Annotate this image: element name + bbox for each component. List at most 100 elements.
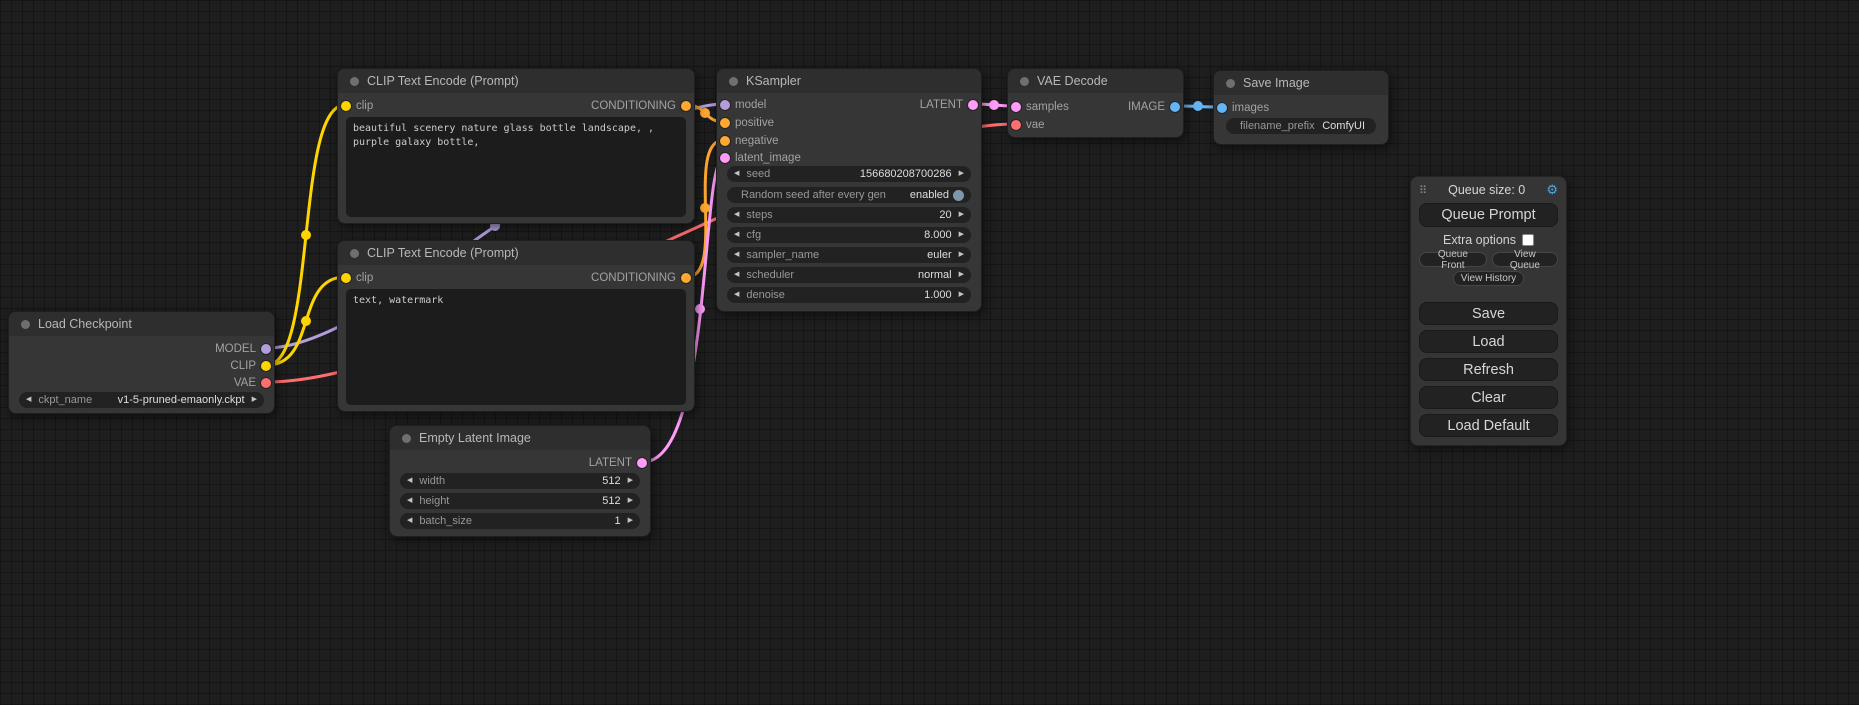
widget-batch-size[interactable]: ◀ batch_size 1 ▶	[400, 513, 640, 529]
input-port-images[interactable]	[1217, 103, 1227, 113]
output-port-conditioning[interactable]	[681, 273, 691, 283]
widget-width[interactable]: ◀ width 512 ▶	[400, 473, 640, 489]
prev-arrow-icon[interactable]: ◀	[734, 267, 739, 283]
output-label-model: MODEL	[215, 342, 256, 356]
node-titlebar[interactable]: CLIP Text Encode (Prompt)	[338, 69, 694, 93]
next-arrow-icon[interactable]: ▶	[628, 473, 633, 489]
input-label-model: model	[735, 98, 766, 112]
widget-random-seed[interactable]: Random seed after every gen enabled	[727, 187, 971, 203]
widget-filename-prefix[interactable]: filename_prefix ComfyUI	[1226, 118, 1376, 134]
input-port-clip[interactable]	[341, 101, 351, 111]
node-titlebar[interactable]: KSampler	[717, 69, 981, 93]
collapse-dot-icon[interactable]	[21, 320, 30, 329]
output-port-conditioning[interactable]	[681, 101, 691, 111]
widget-value: euler	[927, 247, 951, 263]
widget-value: 20	[939, 207, 951, 223]
node-titlebar[interactable]: Save Image	[1214, 71, 1388, 95]
input-port-negative[interactable]	[720, 136, 730, 146]
node-clip-text-encode-positive[interactable]: CLIP Text Encode (Prompt) clip CONDITION…	[337, 68, 695, 224]
prev-arrow-icon[interactable]: ◀	[407, 493, 412, 509]
next-arrow-icon[interactable]: ▶	[959, 166, 964, 182]
view-history-button[interactable]: View History	[1453, 271, 1524, 286]
clear-button[interactable]: Clear	[1419, 386, 1558, 409]
queue-menu-panel: ⠿ Queue size: 0 ⚙ Queue Prompt Extra opt…	[1410, 176, 1567, 446]
next-arrow-icon[interactable]: ▶	[628, 513, 633, 529]
prev-arrow-icon[interactable]: ◀	[734, 247, 739, 263]
collapse-dot-icon[interactable]	[402, 434, 411, 443]
output-port-latent[interactable]	[637, 458, 647, 468]
next-arrow-icon[interactable]: ▶	[959, 247, 964, 263]
wire-midpoint-dot	[989, 100, 999, 110]
input-port-latent-image[interactable]	[720, 153, 730, 163]
view-queue-button[interactable]: View Queue	[1492, 252, 1558, 267]
refresh-button[interactable]: Refresh	[1419, 358, 1558, 381]
widget-ckpt-name[interactable]: ◀ ckpt_name v1-5-pruned-emaonly.ckpt ▶	[19, 392, 264, 408]
collapse-dot-icon[interactable]	[350, 249, 359, 258]
next-arrow-icon[interactable]: ▶	[959, 267, 964, 283]
widget-seed[interactable]: ◀ seed 156680208700286 ▶	[727, 166, 971, 182]
next-arrow-icon[interactable]: ▶	[252, 392, 257, 408]
node-save-image[interactable]: Save Image images filename_prefix ComfyU…	[1213, 70, 1389, 145]
drag-handle-icon[interactable]: ⠿	[1419, 184, 1427, 197]
output-port-latent[interactable]	[968, 100, 978, 110]
node-titlebar[interactable]: Empty Latent Image	[390, 426, 650, 450]
settings-gear-icon[interactable]: ⚙	[1546, 182, 1558, 198]
output-port-model[interactable]	[261, 344, 271, 354]
save-button[interactable]: Save	[1419, 302, 1558, 325]
widget-denoise[interactable]: ◀ denoise 1.000 ▶	[727, 287, 971, 303]
next-arrow-icon[interactable]: ▶	[959, 207, 964, 223]
output-label-latent: LATENT	[589, 456, 632, 470]
node-titlebar[interactable]: Load Checkpoint	[9, 312, 274, 336]
widget-value: 156680208700286	[860, 166, 952, 182]
prev-arrow-icon[interactable]: ◀	[734, 227, 739, 243]
wire-midpoint-dot	[700, 203, 710, 213]
input-port-model[interactable]	[720, 100, 730, 110]
next-arrow-icon[interactable]: ▶	[959, 287, 964, 303]
node-titlebar[interactable]: VAE Decode	[1008, 69, 1183, 93]
toggle-indicator[interactable]	[953, 190, 964, 201]
next-arrow-icon[interactable]: ▶	[628, 493, 633, 509]
node-empty-latent-image[interactable]: Empty Latent Image LATENT ◀ width 512 ▶ …	[389, 425, 651, 537]
widget-steps[interactable]: ◀ steps 20 ▶	[727, 207, 971, 223]
widget-value: enabled	[910, 187, 949, 203]
queue-front-button[interactable]: Queue Front	[1419, 252, 1487, 267]
input-port-clip[interactable]	[341, 273, 351, 283]
load-default-button[interactable]: Load Default	[1419, 414, 1558, 437]
prev-arrow-icon[interactable]: ◀	[734, 287, 739, 303]
node-vae-decode[interactable]: VAE Decode samples vae IMAGE	[1007, 68, 1184, 138]
widget-label: sampler_name	[746, 247, 819, 263]
output-port-clip[interactable]	[261, 361, 271, 371]
prompt-textarea[interactable]: text, watermark	[346, 289, 686, 405]
prompt-textarea[interactable]: beautiful scenery nature glass bottle la…	[346, 117, 686, 217]
prev-arrow-icon[interactable]: ◀	[26, 392, 31, 408]
input-port-positive[interactable]	[720, 118, 730, 128]
input-port-samples[interactable]	[1011, 102, 1021, 112]
collapse-dot-icon[interactable]	[350, 77, 359, 86]
collapse-dot-icon[interactable]	[729, 77, 738, 86]
node-ksampler[interactable]: KSampler model positive negative latent_…	[716, 68, 982, 312]
queue-prompt-button[interactable]: Queue Prompt	[1419, 203, 1558, 227]
widget-value: v1-5-pruned-emaonly.ckpt	[118, 392, 245, 408]
node-title: Empty Latent Image	[419, 431, 531, 445]
prev-arrow-icon[interactable]: ◀	[407, 513, 412, 529]
node-load-checkpoint[interactable]: Load Checkpoint MODEL CLIP VAE ◀ ckpt_na…	[8, 311, 275, 414]
widget-height[interactable]: ◀ height 512 ▶	[400, 493, 640, 509]
load-button[interactable]: Load	[1419, 330, 1558, 353]
extra-options-checkbox[interactable]	[1522, 234, 1534, 246]
widget-sampler-name[interactable]: ◀ sampler_name euler ▶	[727, 247, 971, 263]
widget-cfg[interactable]: ◀ cfg 8.000 ▶	[727, 227, 971, 243]
input-port-vae[interactable]	[1011, 120, 1021, 130]
next-arrow-icon[interactable]: ▶	[959, 227, 964, 243]
node-title: Save Image	[1243, 76, 1310, 90]
widget-scheduler[interactable]: ◀ scheduler normal ▶	[727, 267, 971, 283]
output-port-vae[interactable]	[261, 378, 271, 388]
prev-arrow-icon[interactable]: ◀	[407, 473, 412, 489]
prev-arrow-icon[interactable]: ◀	[734, 166, 739, 182]
collapse-dot-icon[interactable]	[1020, 77, 1029, 86]
widget-value: 512	[602, 493, 620, 509]
prev-arrow-icon[interactable]: ◀	[734, 207, 739, 223]
node-clip-text-encode-negative[interactable]: CLIP Text Encode (Prompt) clip CONDITION…	[337, 240, 695, 412]
node-titlebar[interactable]: CLIP Text Encode (Prompt)	[338, 241, 694, 265]
collapse-dot-icon[interactable]	[1226, 79, 1235, 88]
output-port-image[interactable]	[1170, 102, 1180, 112]
